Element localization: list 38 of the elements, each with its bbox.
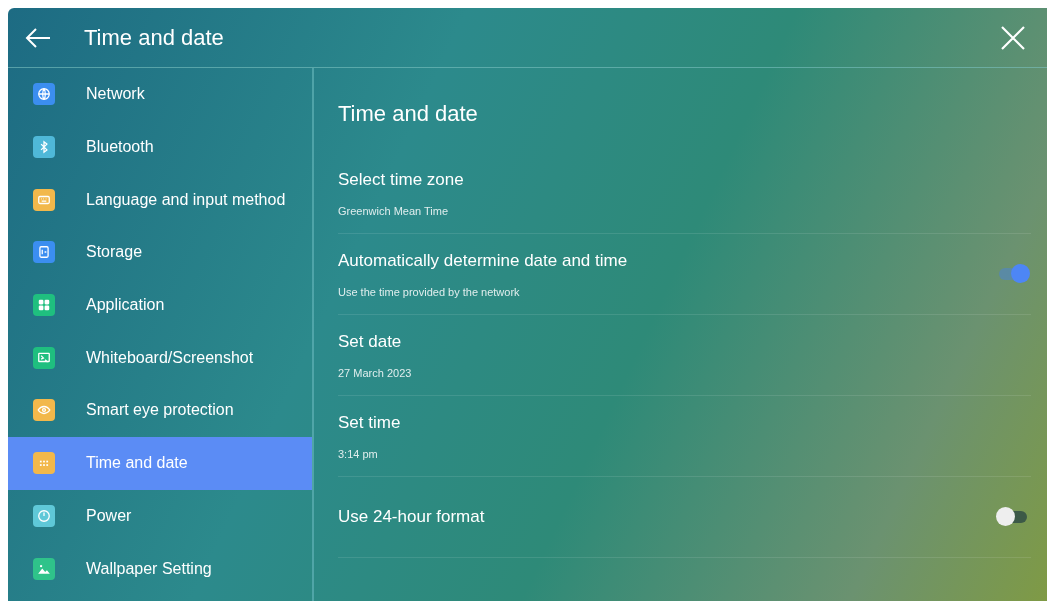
- setting-title: Automatically determine date and time: [338, 250, 628, 272]
- setting-title: Set date: [338, 331, 403, 353]
- setting-title: Select time zone: [338, 169, 464, 191]
- sidebar-label: Application: [86, 295, 165, 316]
- sidebar-item[interactable]: Wallpaper Setting: [8, 542, 312, 595]
- sidebar-item[interactable]: Time and date: [8, 436, 312, 490]
- sidebar-item[interactable]: Whiteboard/Screenshot: [8, 331, 312, 385]
- setting-title: Set time: [338, 412, 401, 434]
- sidebar-label: Power: [86, 505, 132, 526]
- setting-value: Use the time provided by the network: [338, 284, 521, 300]
- close-icon: [1001, 25, 1025, 50]
- setting-row[interactable]: Select time zone Greenwich Mean Time: [338, 153, 1031, 234]
- setting-value: 27 March 2023: [338, 365, 412, 381]
- sidebar-item[interactable]: Language and input method: [8, 173, 312, 227]
- sidebar-label: Time and date: [86, 453, 188, 474]
- sidebar-label: Storage: [86, 242, 143, 263]
- setting-title: Use 24-hour format: [338, 506, 485, 529]
- window-title: Time and date: [84, 24, 224, 52]
- setting-row[interactable]: Set date 27 March 2023: [338, 315, 1031, 396]
- sidebar-item[interactable]: Bluetooth: [8, 120, 312, 174]
- section-title: Time and date: [338, 100, 479, 128]
- setting-row[interactable]: Set time 3:14 pm: [338, 396, 1031, 477]
- sidebar-item[interactable]: Application: [8, 278, 312, 332]
- sidebar-label: Wallpaper Setting: [86, 558, 212, 579]
- back-arrow-icon: [25, 26, 51, 49]
- setting-value: Greenwich Mean Time: [338, 203, 450, 219]
- sidebar-item[interactable]: Smart eye protection: [8, 384, 312, 437]
- setting-row[interactable]: Automatically determine date and time Use the time provided by the network: [338, 234, 1031, 315]
- sidebar-label: Network: [86, 84, 145, 105]
- sidebar-label: Bluetooth: [86, 137, 154, 158]
- sidebar-item[interactable]: Power: [8, 489, 312, 543]
- sidebar-label: Language and input method: [86, 189, 286, 210]
- setting-value: 3:14 pm: [338, 446, 379, 462]
- setting-row[interactable]: Use 24-hour format: [338, 477, 1031, 558]
- sidebar-item[interactable]: Storage: [8, 226, 312, 279]
- sidebar-label: Smart eye protection: [86, 400, 234, 421]
- sidebar-label: Whiteboard/Screenshot: [86, 347, 254, 368]
- sidebar-item[interactable]: Network: [8, 68, 312, 121]
